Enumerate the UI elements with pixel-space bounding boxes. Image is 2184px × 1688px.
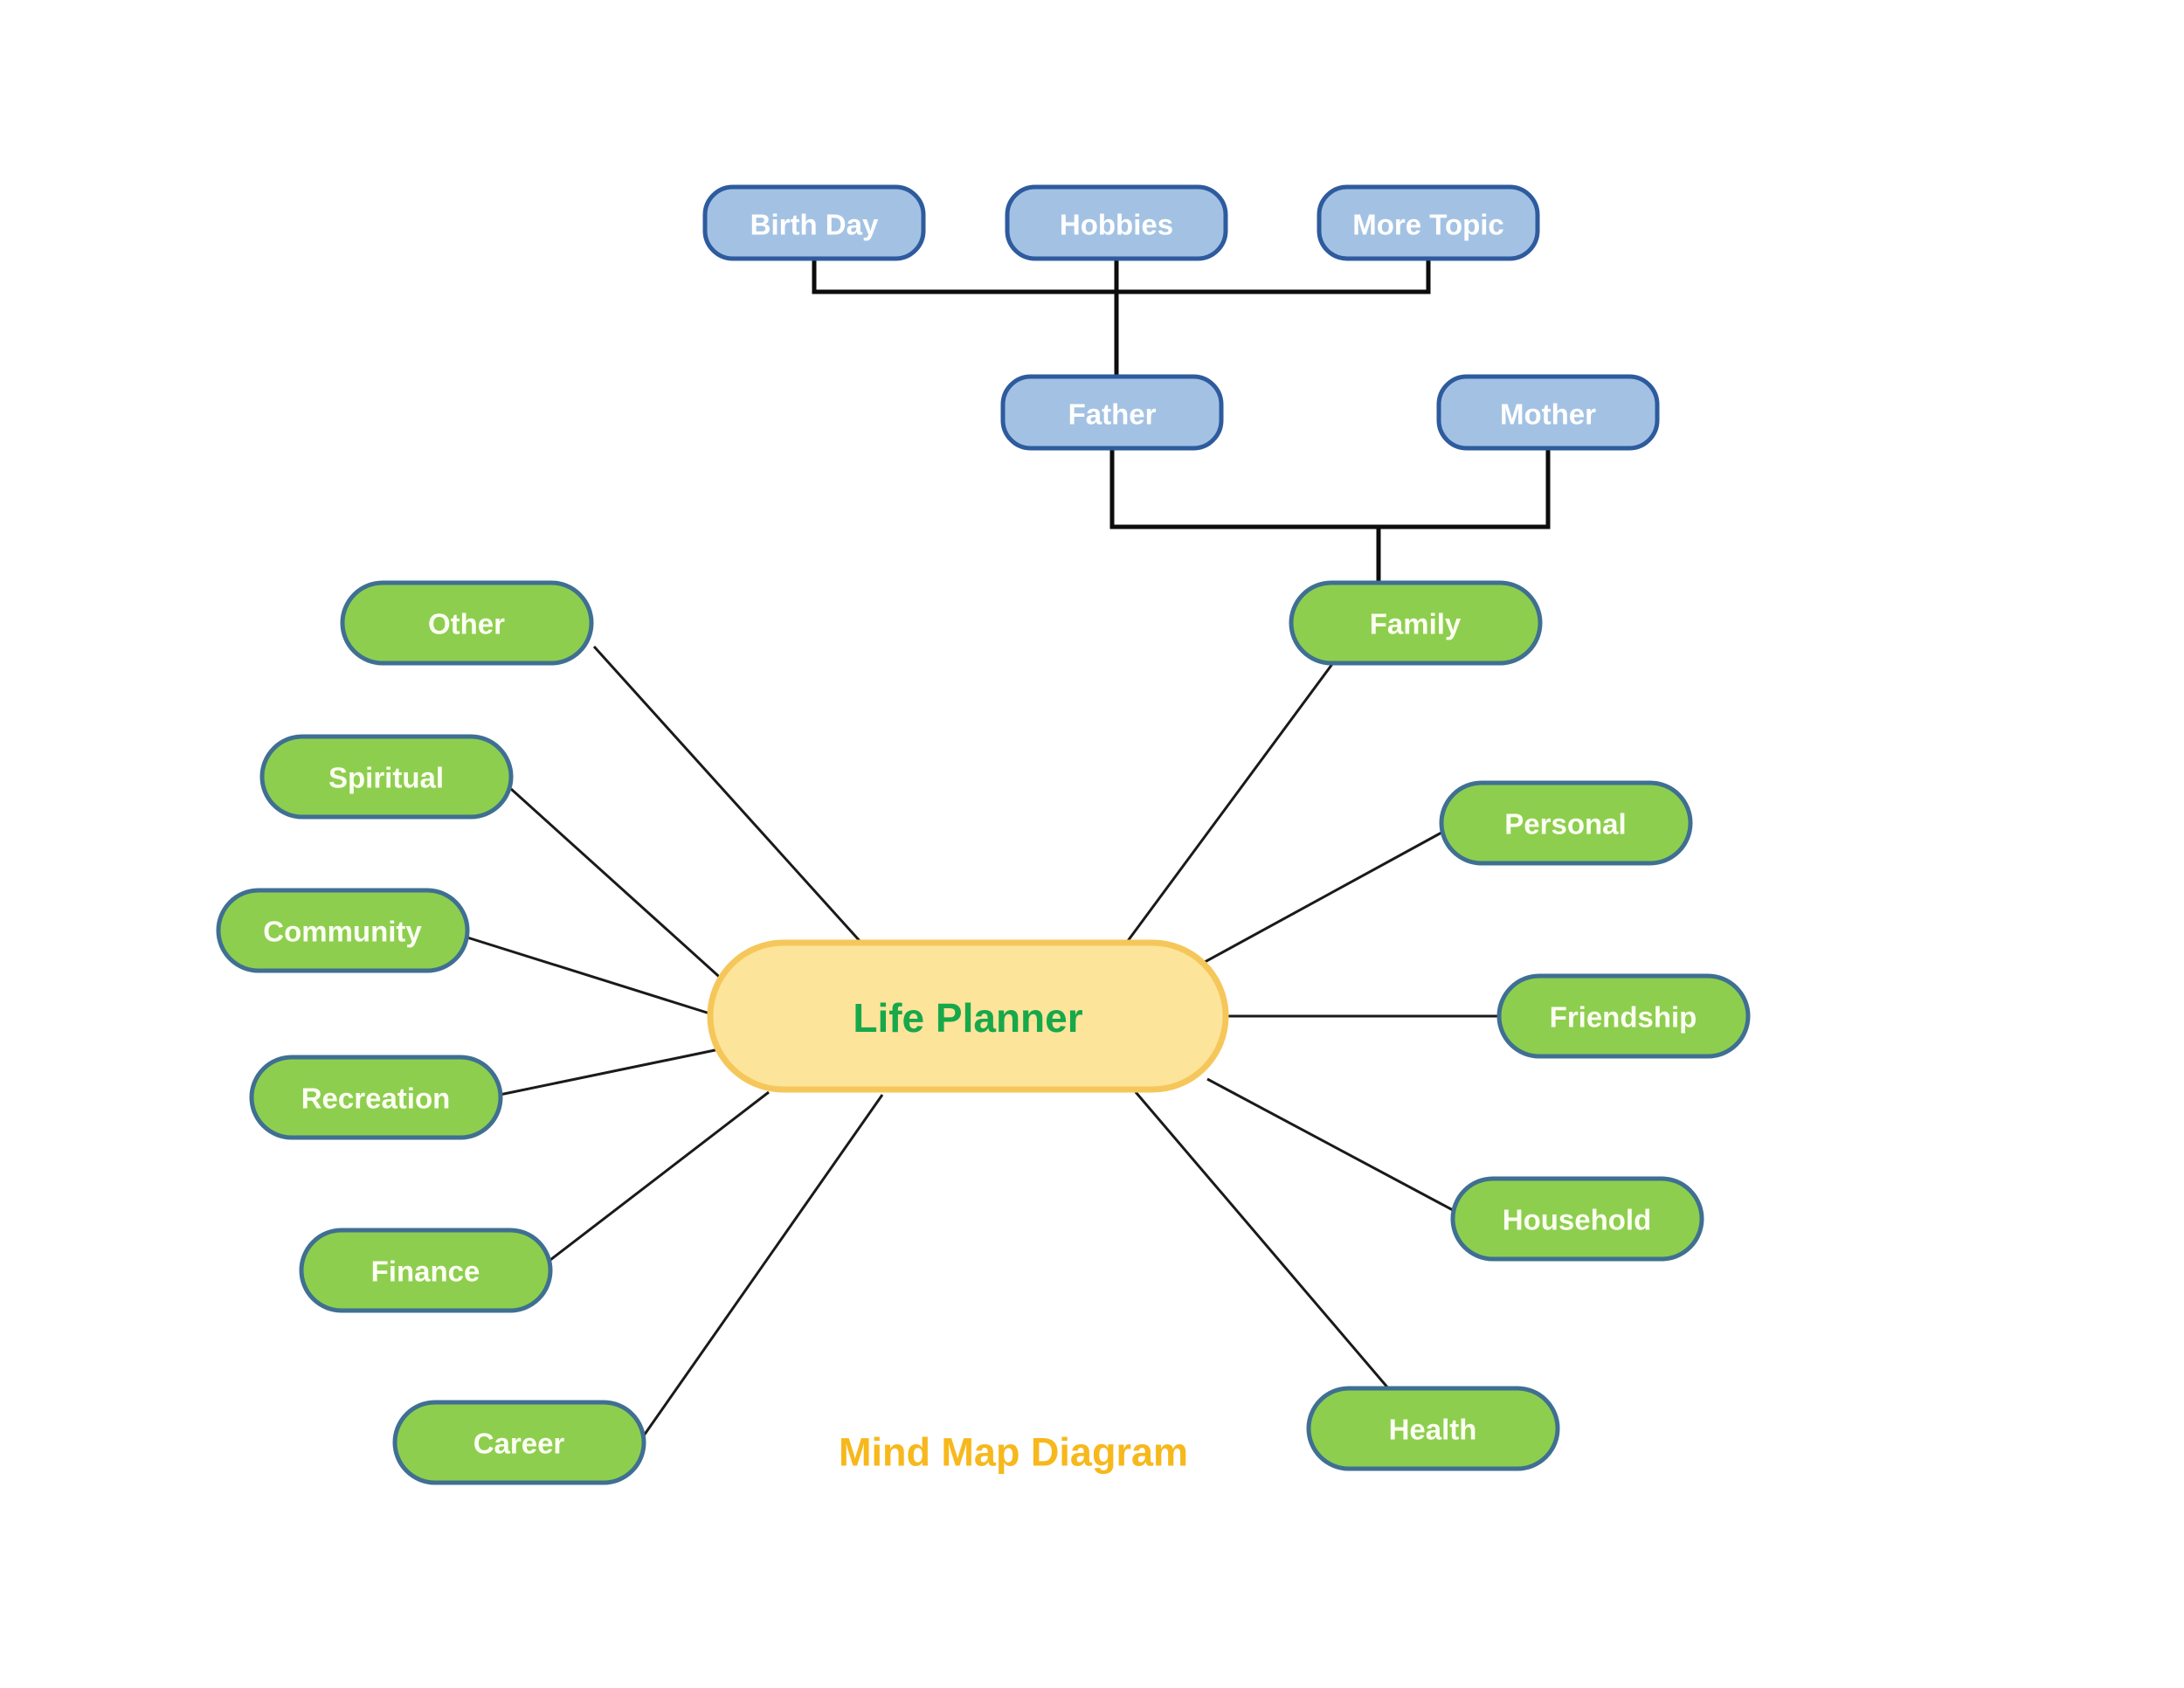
edge-lifeplanner-personal — [1196, 831, 1442, 968]
edge-father-family — [1109, 446, 1551, 529]
edge-lifeplanner-spiritual — [509, 787, 727, 984]
edge-lifeplanner-finance — [549, 1090, 770, 1262]
edge-lifeplanner-family — [1121, 660, 1337, 949]
sub-node-mother[interactable]: Mother — [1436, 374, 1660, 451]
sub-node-father-label: Father — [1068, 398, 1157, 431]
branch-node-friendship-label: Friendship — [1550, 1001, 1697, 1034]
mind-map-canvas: Birth Day Hobbies More Topic Father Moth… — [216, 184, 1751, 1485]
branch-node-friendship[interactable]: Friendship — [1496, 973, 1751, 1059]
branch-node-spiritual-label: Spiritual — [328, 762, 444, 794]
branch-node-finance-label: Finance — [371, 1256, 480, 1288]
branch-node-community-label: Community — [263, 916, 422, 948]
diagram-title: Mind Map Diagram — [839, 1430, 1188, 1475]
branch-node-health-label: Health — [1389, 1414, 1477, 1446]
branch-node-other-label: Other — [428, 608, 505, 640]
sub-node-more-topic[interactable]: More Topic — [1317, 184, 1540, 261]
edge-lifeplanner-career — [642, 1094, 884, 1436]
branch-node-recreation[interactable]: Recreation — [249, 1055, 503, 1140]
branch-node-career-label: Career — [473, 1428, 565, 1460]
sub-node-mother-label: Mother — [1500, 398, 1596, 431]
edge-lifeplanner-household — [1206, 1077, 1454, 1212]
edge-lifeplanner-recreation — [499, 1047, 724, 1097]
branch-node-personal[interactable]: Personal — [1439, 780, 1693, 866]
sub-node-birth-day-label: Birth Day — [750, 209, 879, 241]
edge-lifeplanner-community — [467, 936, 719, 1018]
branch-node-family-label: Family — [1370, 608, 1462, 640]
sub-node-birth-day[interactable]: Birth Day — [702, 184, 926, 261]
branch-node-other[interactable]: Other — [340, 580, 594, 666]
branch-node-health[interactable]: Health — [1306, 1386, 1560, 1471]
mind-map-diagram: Birth Day Hobbies More Topic Father Moth… — [0, 0, 2184, 1688]
sub-node-father[interactable]: Father — [1000, 374, 1224, 451]
branch-node-finance[interactable]: Finance — [299, 1228, 553, 1313]
center-node-life-planner[interactable]: Life Planner — [707, 939, 1229, 1093]
branch-node-career[interactable]: Career — [392, 1400, 646, 1485]
sub-node-hobbies-label: Hobbies — [1060, 209, 1173, 241]
edge-lifeplanner-other — [592, 645, 871, 953]
branch-node-personal-label: Personal — [1504, 808, 1626, 841]
sub-node-more-topic-label: More Topic — [1352, 209, 1504, 241]
edge-birthday-father — [812, 256, 1431, 294]
branch-node-household[interactable]: Household — [1450, 1176, 1704, 1262]
branch-node-recreation-label: Recreation — [301, 1083, 451, 1115]
center-node-label: Life Planner — [853, 995, 1082, 1041]
branch-node-family[interactable]: Family — [1289, 580, 1543, 666]
sub-node-hobbies[interactable]: Hobbies — [1005, 184, 1228, 261]
edge-lifeplanner-health — [1134, 1091, 1391, 1390]
branch-node-household-label: Household — [1503, 1204, 1652, 1236]
branch-node-spiritual[interactable]: Spiritual — [259, 734, 514, 820]
branch-node-community[interactable]: Community — [216, 888, 470, 973]
